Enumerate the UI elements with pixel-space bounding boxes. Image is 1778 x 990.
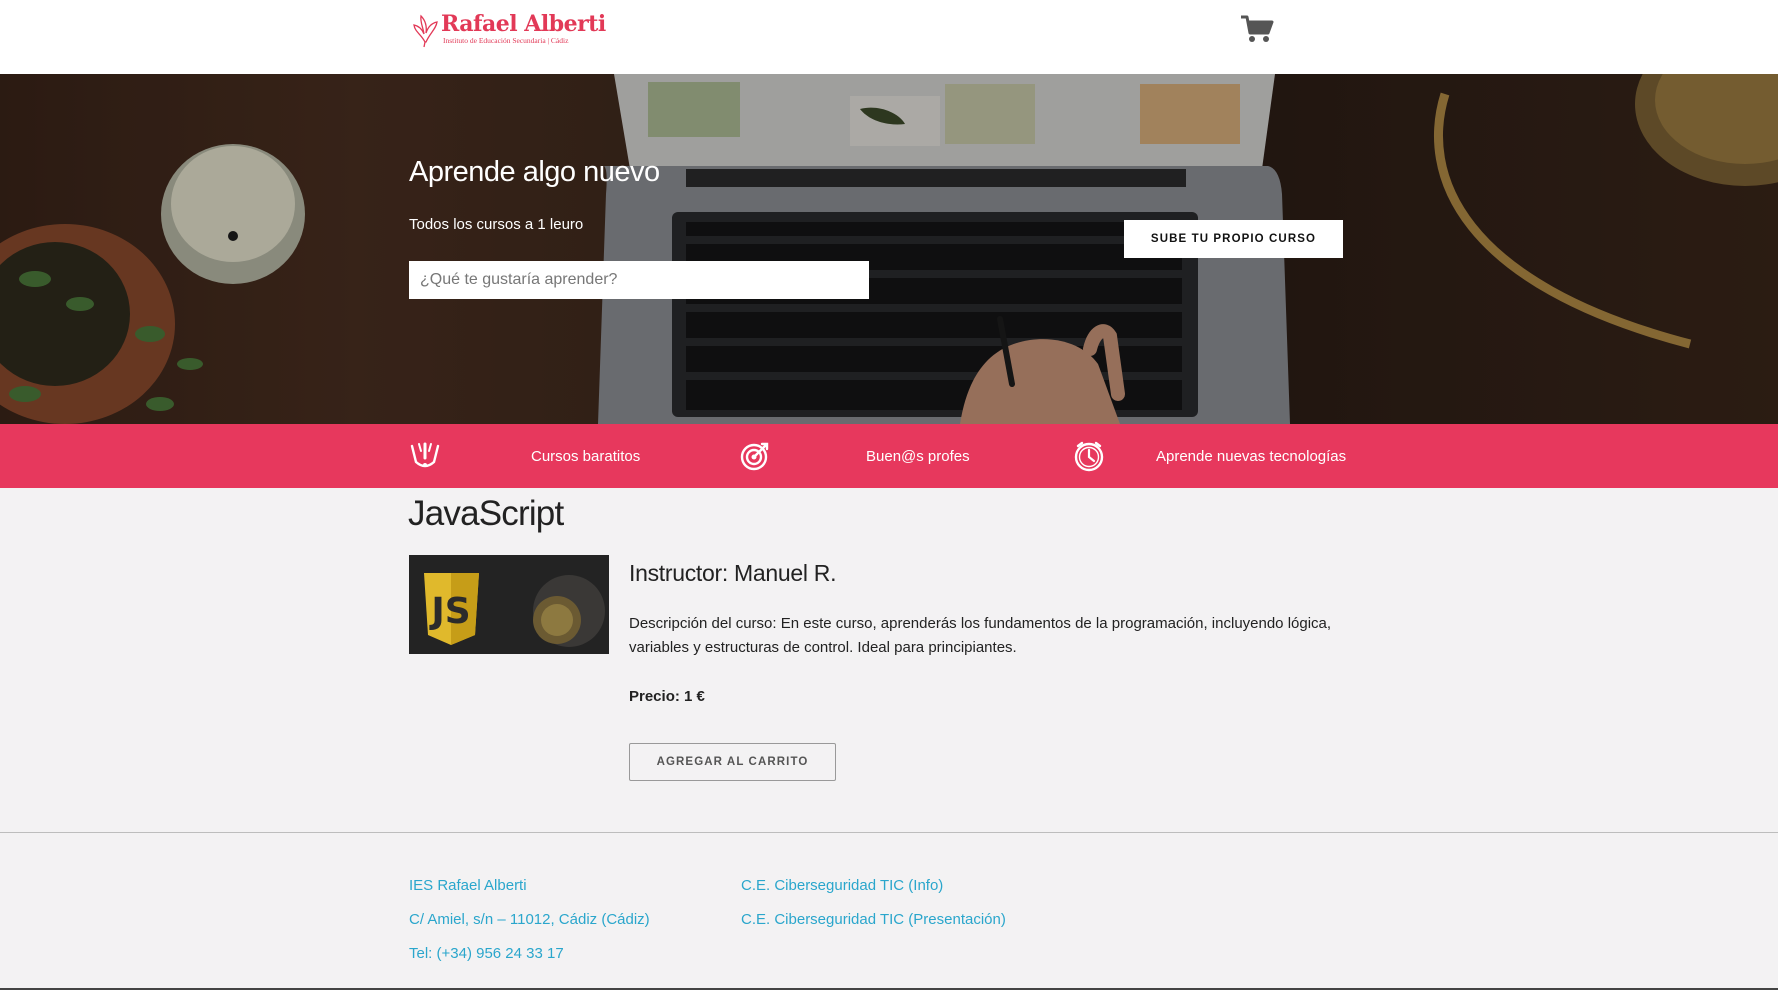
site-footer: IES Rafael Alberti C/ Amiel, s/n – 11012… (0, 832, 1778, 990)
light-bulb-icon (410, 442, 440, 468)
course-title: JavaScript (408, 494, 564, 533)
course-description: Descripción del curso: En este curso, ap… (629, 615, 1332, 656)
target-icon (740, 442, 769, 471)
footer-link-phone[interactable]: Tel: (+34) 956 24 33 17 (409, 945, 564, 962)
hero-subtitle: Todos los cursos a 1 leuro (409, 216, 584, 233)
logo-title: Rafael Alberti (441, 11, 606, 37)
feature-label-good-teachers: Buen@s profes (866, 448, 970, 465)
shopping-cart-icon[interactable] (1240, 14, 1274, 44)
footer-link-cyber-info[interactable]: C.E. Ciberseguridad TIC (Info) (741, 877, 943, 894)
course-search-input[interactable] (409, 261, 869, 299)
footer-link-address[interactable]: C/ Amiel, s/n – 11012, Cádiz (Cádiz) (409, 911, 650, 928)
clock-icon (1074, 441, 1104, 472)
add-to-cart-button[interactable]: AGREGAR AL CARRITO (629, 743, 836, 781)
flower-logo-icon (413, 14, 438, 48)
feature-label-cheap-courses: Cursos baratitos (531, 448, 641, 465)
js-logo-text: JS (428, 591, 470, 632)
hero-banner: Aprende algo nuevo Todos los cursos a 1 … (0, 74, 1778, 424)
upload-course-button[interactable]: SUBE TU PROPIO CURSO (1124, 220, 1343, 258)
logo-subtitle: Instituto de Educación Secundaria | Cádi… (443, 36, 569, 45)
site-logo[interactable]: Rafael Alberti Instituto de Educación Se… (411, 12, 611, 52)
footer-link-school[interactable]: IES Rafael Alberti (409, 877, 527, 894)
features-bar: Cursos baratitos Buen@s profes Aprende n… (0, 424, 1778, 488)
site-header: Rafael Alberti Instituto de Educación Se… (0, 0, 1778, 74)
hero-title: Aprende algo nuevo (409, 156, 660, 188)
feature-label-new-tech: Aprende nuevas tecnologías (1156, 448, 1347, 465)
course-thumbnail[interactable]: JS (409, 555, 609, 654)
hero-background-image (0, 74, 1778, 424)
course-instructor: Instructor: Manuel R. (629, 560, 837, 586)
course-price: Precio: 1 € (629, 688, 705, 705)
footer-link-cyber-presentation[interactable]: C.E. Ciberseguridad TIC (Presentación) (741, 911, 1006, 928)
